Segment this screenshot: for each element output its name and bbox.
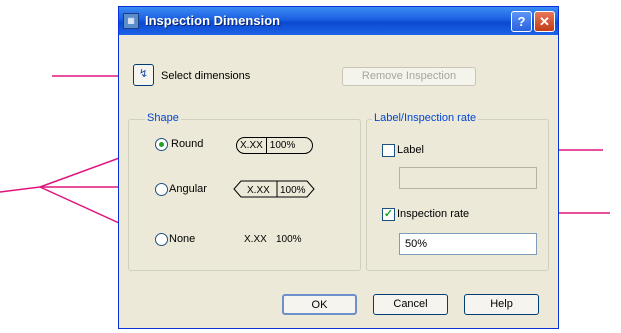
title-close-button[interactable]: ✕ — [534, 11, 555, 32]
help-button[interactable]: Help — [464, 294, 539, 315]
angular-preview: X.XX 100% — [233, 180, 315, 198]
label-rate-group-label: Label/Inspection rate — [372, 112, 479, 124]
title-help-button[interactable]: ? — [511, 11, 532, 32]
shape-angular-label: Angular — [169, 183, 207, 195]
inspection-dimension-dialog: ▦ Inspection Dimension ? ✕ ↯ Select dime… — [118, 6, 559, 329]
ok-button[interactable]: OK — [282, 294, 357, 315]
shape-round-label: Round — [171, 138, 204, 150]
round-preview-rate: 100% — [269, 140, 296, 151]
shape-round-radio[interactable] — [155, 138, 168, 151]
select-dimensions-icon: ↯ — [138, 68, 149, 80]
label-checkbox-label: Label — [397, 144, 424, 156]
label-checkbox[interactable] — [382, 144, 395, 157]
inspection-rate-label: Inspection rate — [397, 208, 470, 220]
select-dimensions-button[interactable]: ↯ — [133, 64, 154, 86]
shape-angular-radio[interactable] — [155, 183, 168, 196]
shape-none-radio[interactable] — [155, 233, 168, 246]
none-preview-value: X.XX — [244, 234, 267, 245]
callout-shape-round — [0, 186, 41, 193]
select-dimensions-label: Select dimensions — [161, 70, 251, 82]
angular-preview-rate: 100% — [280, 185, 306, 196]
cancel-button[interactable]: Cancel — [373, 294, 448, 315]
inspection-rate-input[interactable]: 50% — [399, 233, 537, 255]
window-title: Inspection Dimension — [145, 13, 281, 28]
shape-none-label: None — [169, 233, 196, 245]
round-preview-value: X.XX — [240, 140, 263, 151]
app-icon: ▦ — [123, 13, 139, 29]
title-bar[interactable]: ▦ Inspection Dimension ? ✕ — [119, 7, 558, 35]
angular-preview-value: X.XX — [247, 185, 270, 196]
label-input[interactable] — [399, 167, 537, 189]
remove-inspection-button[interactable]: Remove Inspection — [342, 67, 476, 86]
none-preview-rate: 100% — [276, 234, 302, 245]
round-preview: X.XX 100% — [236, 137, 313, 154]
shape-group-label: Shape — [145, 112, 181, 124]
inspection-rate-checkbox[interactable]: ✓ — [382, 208, 395, 221]
